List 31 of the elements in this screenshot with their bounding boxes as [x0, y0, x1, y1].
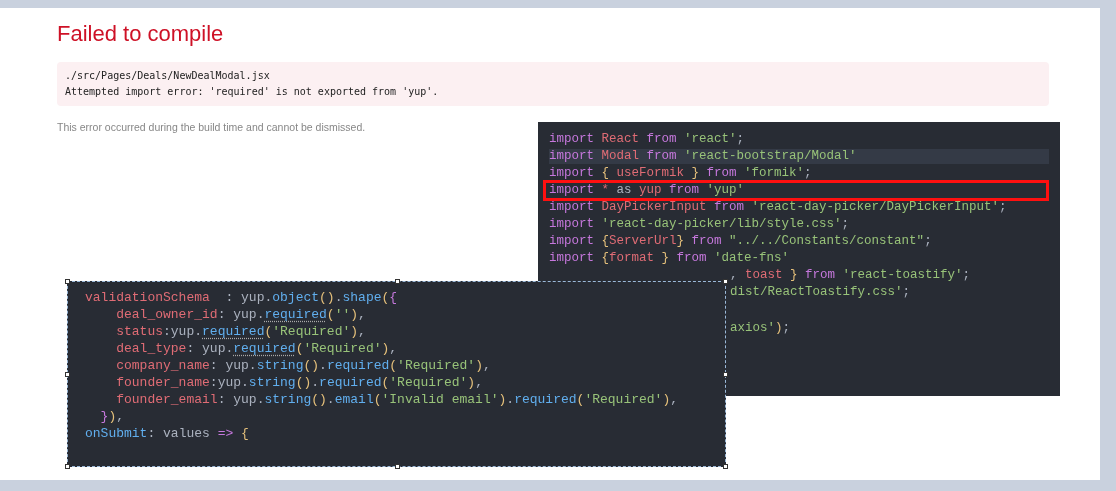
code-line: onSubmit: values => {	[85, 426, 249, 441]
code-line: import {ServerUrl} from "../../Constants/constant";	[549, 234, 933, 249]
code-line: import 'react-day-picker/lib/style.css';	[549, 217, 851, 232]
resize-handle[interactable]	[395, 464, 400, 469]
code-line: company_name: yup.string().required('Required'),	[115, 358, 491, 373]
resize-handle[interactable]	[65, 279, 70, 284]
code-line: founder_email: yup.string().email('Invalid email').required('Required'),	[115, 392, 679, 407]
code-line: status:yup.required('Required'),	[115, 324, 366, 339]
error-file: ./src/Pages/Deals/NewDealModal.jsx	[65, 69, 271, 83]
code-line: deal_type: yup.required('Required'),	[115, 341, 398, 356]
code-line: import * as yup from 'yup'	[546, 183, 1046, 198]
code-line: import DayPickerInput from 'react-day-picker/DayPickerInput';	[549, 200, 1008, 215]
resize-handle[interactable]	[65, 372, 70, 377]
code-line: }),	[99, 409, 125, 424]
code-line: import React from 'react';	[549, 132, 746, 147]
code-line: import {format } from 'date-fns'	[549, 251, 791, 266]
code-line: axios');	[730, 321, 791, 336]
resize-handle[interactable]	[723, 372, 728, 377]
code-line: , toast } from 'react-toastify';	[730, 268, 971, 283]
error-title: Failed to compile	[57, 20, 225, 48]
resize-handle[interactable]	[723, 464, 728, 469]
error-note: This error occurred during the build time and cannot be dismissed.	[57, 121, 367, 133]
resize-handle[interactable]	[723, 279, 728, 284]
code-line: founder_name:yup.string().required('Required'),	[115, 375, 483, 390]
resize-handle[interactable]	[395, 279, 400, 284]
code-line: deal_owner_id: yup.required(''),	[115, 307, 366, 322]
code-line: validationSchema : yup.object().shape({	[85, 290, 398, 305]
code-line: import { useFormik } from 'formik';	[549, 166, 813, 181]
error-message: Attempted import error: 'required' is not exported from 'yup'.	[65, 85, 440, 99]
resize-handle[interactable]	[65, 464, 70, 469]
code-line: dist/ReactToastify.css';	[730, 285, 911, 300]
